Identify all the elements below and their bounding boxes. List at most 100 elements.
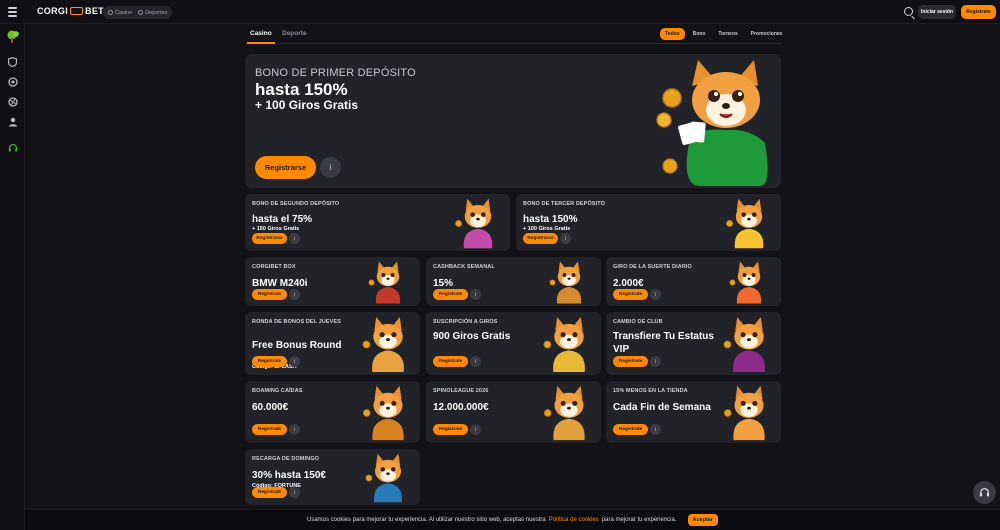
laurel-corgi-icon (543, 316, 585, 373)
promo-card[interactable]: SUSCRIPCIÓN A GIROS 900 Giros Gratis Reg… (426, 312, 601, 375)
filter-todos[interactable]: Todos (660, 28, 685, 40)
promo-label: BONO DE TERCER DEPÓSITO (523, 201, 605, 207)
logo-text-left: CORGI (37, 6, 69, 16)
casino-switch[interactable]: Casino (108, 10, 132, 16)
promo-info-button[interactable]: i (289, 487, 300, 498)
dancing-corgi-icon (455, 198, 493, 249)
promo-register-button[interactable]: Registrarse (252, 233, 287, 244)
shopping-corgi-icon (723, 385, 765, 441)
promo-register-button[interactable]: Registrate (252, 356, 287, 367)
corgi-mascot-icon (656, 60, 768, 186)
promo-title: 30% hasta 150€ (252, 470, 326, 481)
promo-card[interactable]: 15% MENOS EN LA TIENDA Cada Fin de Seman… (606, 381, 781, 443)
promo-info-button[interactable]: i (289, 233, 300, 244)
filter-torneos[interactable]: Torneos (713, 28, 742, 40)
gift-box-icon (368, 261, 401, 304)
promo-card[interactable]: BONO DE TERCER DEPÓSITO hasta 150% + 100… (516, 194, 781, 251)
coffee-corgi-icon (362, 316, 404, 373)
promo-filters: Todos Bono Torneos Promociones (660, 28, 787, 40)
search-icon[interactable] (904, 7, 913, 16)
promo-register-button[interactable]: Registrate (613, 424, 648, 435)
promo-label: CORGIBET BOX (252, 264, 296, 270)
headset-icon[interactable] (7, 142, 18, 153)
promo-title: 12.000.000€ (433, 402, 489, 413)
promo-info-button[interactable]: i (289, 424, 300, 435)
promo-register-button[interactable]: Registrate (252, 487, 287, 498)
promo-label: RECARGA DE DOMINGO (252, 456, 319, 462)
tab-deporte[interactable]: Deporte (282, 30, 307, 37)
promo-card[interactable]: CAMBIO DE CLUB Transfiere Tu Estatus VIP… (606, 312, 781, 375)
promo-title: hasta 150% (523, 214, 578, 225)
promo-register-button[interactable]: Registrate (613, 356, 648, 367)
promo-label: CAMBIO DE CLUB (613, 319, 663, 325)
hero-info-button[interactable]: i (320, 157, 341, 178)
ball-icon[interactable] (7, 96, 18, 107)
promo-card[interactable]: RONDA DE BONOS DEL JUEVES Free Bonus Rou… (245, 312, 420, 375)
sports-icon (138, 10, 144, 15)
promo-title: Cada Fin de Semana (613, 402, 711, 413)
promo-label: BONO DE SEGUNDO DEPÓSITO (252, 201, 340, 207)
hero-banner: BONO DE PRIMER DEPÓSITO hasta 150% + 100… (245, 54, 781, 188)
promo-info-button[interactable]: i (470, 289, 481, 300)
cookie-policy-link[interactable]: Política de cookies (549, 517, 599, 523)
promo-register-button[interactable]: Registrarse (523, 233, 558, 244)
promo-card[interactable]: RECARGA DE DOMINGO 30% hasta 150€ Código… (245, 449, 420, 505)
logo-mark-icon (70, 7, 84, 15)
promo-info-button[interactable]: i (470, 356, 481, 367)
cookie-text-end: para mejorar tu experiencia. (601, 517, 677, 523)
promo-register-button[interactable]: Registrate (252, 289, 287, 300)
sunglasses-corgi-icon (729, 261, 762, 304)
filter-promociones[interactable]: Promociones (746, 28, 788, 40)
promo-card[interactable]: GIRO DE LA SUERTE DIARIO 2.000€ Registra… (606, 257, 781, 306)
promo-card[interactable]: BOAMING CAÍDAS 60.000€ Registrate i (245, 381, 420, 443)
menu-icon[interactable] (8, 7, 17, 17)
promo-card[interactable]: BONO DE SEGUNDO DEPÓSITO hasta el 75% + … (245, 194, 510, 251)
user-icon[interactable] (7, 116, 18, 127)
promo-label: 15% MENOS EN LA TIENDA (613, 388, 688, 394)
promo-title: 60.000€ (252, 402, 289, 413)
promo-info-button[interactable]: i (560, 233, 571, 244)
promo-info-button[interactable]: i (650, 424, 661, 435)
promo-info-button[interactable]: i (289, 356, 300, 367)
shield-icon[interactable] (7, 56, 18, 67)
top-bar: CORGI BET Casino Deportes Iniciar sesión… (0, 0, 1000, 24)
promo-subtitle: + 150 Giros Gratis (252, 226, 300, 232)
support-chat-button[interactable] (973, 481, 996, 504)
promo-info-button[interactable]: i (650, 356, 661, 367)
promo-label: GIRO DE LA SUERTE DIARIO (613, 264, 692, 270)
cookie-banner: Usamos cookies para mejorar tu experienc… (25, 509, 1000, 530)
promo-info-button[interactable]: i (289, 289, 300, 300)
filter-bono[interactable]: Bono (688, 28, 711, 40)
hero-eyebrow: BONO DE PRIMER DEPÓSITO (255, 67, 416, 79)
promo-register-button[interactable]: Registrate (613, 289, 648, 300)
promo-subtitle: + 100 Giros Gratis (523, 226, 571, 232)
promo-register-button[interactable]: Registrate (252, 424, 287, 435)
logo[interactable]: CORGI BET (37, 6, 104, 16)
hero-register-button[interactable]: Registrarse (255, 156, 316, 179)
promo-info-button[interactable]: i (650, 289, 661, 300)
promo-register-button[interactable]: Registrate (433, 289, 468, 300)
chip-icon[interactable] (7, 76, 18, 87)
promo-title: Transfiere Tu Estatus VIP (613, 331, 714, 355)
headset-support-icon (979, 488, 990, 497)
login-button[interactable]: Iniciar sesión (918, 5, 956, 19)
promo-label: SUSCRIPCIÓN A GIROS (433, 319, 498, 325)
promo-card[interactable]: CASHBACK SEMANAL 15% Registrate i (426, 257, 601, 306)
promo-card[interactable]: CORGIBET BOX BMW M240i Registrate i (245, 257, 420, 306)
register-button[interactable]: Registrate (961, 5, 996, 19)
accept-cookies-button[interactable]: Aceptar (687, 514, 718, 526)
sidebar (0, 24, 25, 530)
promo-register-button[interactable]: Registrate (433, 424, 468, 435)
promo-label: BOAMING CAÍDAS (252, 388, 303, 394)
sports-switch[interactable]: Deportes (138, 10, 167, 16)
lucky-tree-icon[interactable] (5, 30, 20, 44)
money-corgi-icon (726, 198, 764, 249)
promo-info-button[interactable]: i (470, 424, 481, 435)
promo-label: RONDA DE BONOS DEL JUEVES (252, 319, 341, 325)
tab-casino[interactable]: Casino (247, 30, 275, 44)
promo-card[interactable]: SPINOLEAGUE 2026 12.000.000€ Registrate … (426, 381, 601, 443)
sports-switch-label: Deportes (145, 9, 168, 16)
casino-switch-label: Casino (115, 9, 133, 16)
promo-register-button[interactable]: Registrate (433, 356, 468, 367)
hero-title: hasta 150% (255, 80, 348, 99)
